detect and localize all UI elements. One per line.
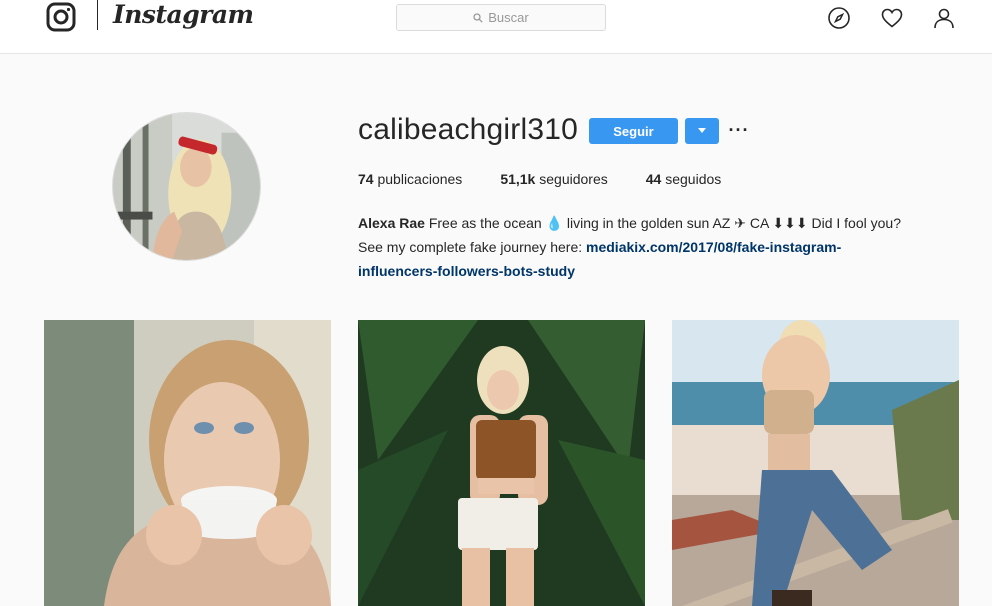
- search-input[interactable]: Buscar: [396, 4, 606, 31]
- stat-following[interactable]: 44 seguidos: [646, 171, 722, 187]
- profile-stats: 74 publicaciones 51,1k seguidores 44 seg…: [358, 171, 759, 187]
- bio-link-part-2[interactable]: influencers-followers-bots-study: [358, 263, 575, 279]
- post-thumbnail-3[interactable]: [672, 320, 959, 606]
- search-icon: [473, 12, 483, 23]
- followers-count: 51,1k: [500, 171, 536, 187]
- profile-bio: Alexa Rae Free as the ocean 💧 living in …: [358, 211, 958, 283]
- caret-down-icon: [698, 128, 706, 133]
- post-thumbnail-2[interactable]: [358, 320, 645, 606]
- suggestions-dropdown-button[interactable]: [685, 118, 719, 144]
- bio-text-1: Free as the ocean 💧 living in the golden…: [428, 215, 901, 231]
- post-image-palms: [358, 320, 645, 606]
- bio-line-1: Alexa Rae Free as the ocean 💧 living in …: [358, 211, 958, 235]
- bio-text-2: See my complete fake journey here:: [358, 239, 583, 255]
- following-count: 44: [645, 171, 662, 187]
- logo-divider: [97, 0, 98, 30]
- instagram-wordmark[interactable]: Instagram: [113, 0, 254, 29]
- following-label: seguidos: [665, 171, 722, 187]
- followers-label: seguidores: [539, 171, 608, 187]
- bio-line-3: influencers-followers-bots-study: [358, 259, 958, 283]
- user-icon[interactable]: [932, 6, 956, 30]
- bio-full-name: Alexa Rae: [358, 215, 425, 231]
- stat-posts: 74 publicaciones: [358, 171, 462, 187]
- avatar-image: [113, 113, 260, 260]
- posts-label: publicaciones: [377, 171, 463, 187]
- compass-icon[interactable]: [827, 6, 851, 30]
- bio-link-part-1[interactable]: mediakix.com/2017/08/fake-instagram-: [586, 239, 841, 255]
- posts-count: 74: [358, 171, 374, 187]
- post-thumbnail-1[interactable]: [44, 320, 331, 606]
- follow-button[interactable]: Seguir: [589, 118, 678, 144]
- profile-avatar[interactable]: [112, 112, 261, 261]
- post-image-coffee: [44, 320, 331, 606]
- heart-icon[interactable]: [880, 6, 904, 30]
- search-placeholder: Buscar: [488, 10, 529, 25]
- top-nav-bar: Instagram Buscar: [0, 0, 992, 54]
- stat-followers[interactable]: 51,1k seguidores: [500, 171, 607, 187]
- post-image-beach: [672, 320, 959, 606]
- instagram-camera-icon[interactable]: [46, 2, 76, 32]
- more-options-button[interactable]: ···: [728, 117, 750, 143]
- profile-username: calibeachgirl310: [358, 113, 579, 146]
- bio-line-2: See my complete fake journey here: media…: [358, 235, 958, 259]
